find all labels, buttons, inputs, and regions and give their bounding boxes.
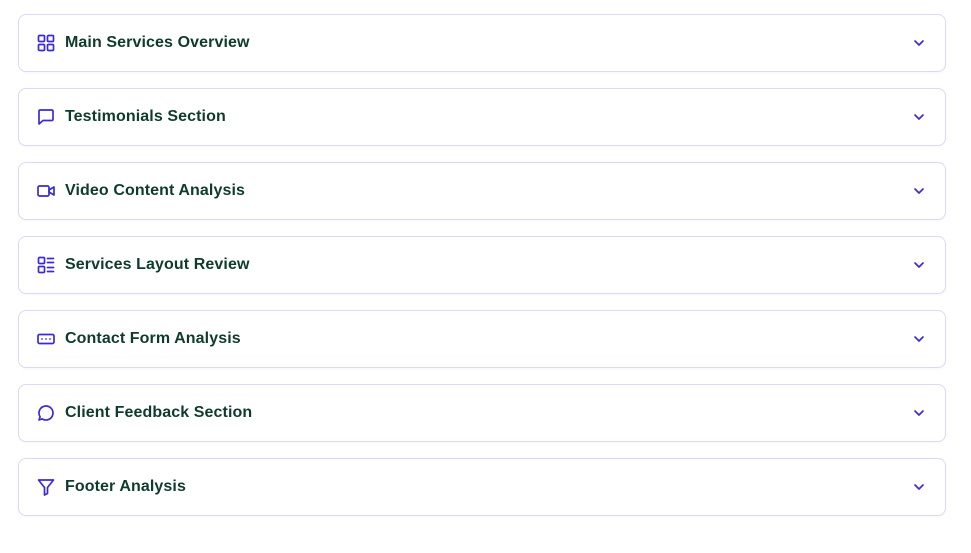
chevron-down-icon[interactable] [912,480,926,494]
message-square-icon [36,107,56,127]
accordion-item-services-layout-review[interactable]: Services Layout Review [18,236,946,294]
chevron-down-icon[interactable] [912,406,926,420]
accordion-item-contact-form-analysis[interactable]: Contact Form Analysis [18,310,946,368]
chevron-down-icon[interactable] [912,258,926,272]
list-layout-icon [36,255,56,275]
accordion-item-main-services-overview[interactable]: Main Services Overview [18,14,946,72]
accordion-item-label: Services Layout Review [65,256,250,273]
message-circle-icon [36,403,56,423]
accordion-item-label: Contact Form Analysis [65,330,241,347]
accordion-item-label: Testimonials Section [65,108,226,125]
accordion-item-label: Footer Analysis [65,478,186,495]
chevron-down-icon[interactable] [912,332,926,346]
accordion-item-footer-analysis[interactable]: Footer Analysis [18,458,946,516]
grid-icon [36,33,56,53]
accordion-item-testimonials-section[interactable]: Testimonials Section [18,88,946,146]
chevron-down-icon[interactable] [912,36,926,50]
accordion-list: Main Services Overview Testimonials Sect… [18,14,946,516]
chevron-down-icon[interactable] [912,110,926,124]
accordion-item-client-feedback-section[interactable]: Client Feedback Section [18,384,946,442]
accordion-item-label: Main Services Overview [65,34,250,51]
accordion-item-label: Client Feedback Section [65,404,253,421]
accordion-item-label: Video Content Analysis [65,182,246,199]
chevron-down-icon[interactable] [912,184,926,198]
form-input-icon [36,329,56,349]
filter-icon [36,477,56,497]
video-camera-icon [36,181,56,201]
accordion-item-video-content-analysis[interactable]: Video Content Analysis [18,162,946,220]
